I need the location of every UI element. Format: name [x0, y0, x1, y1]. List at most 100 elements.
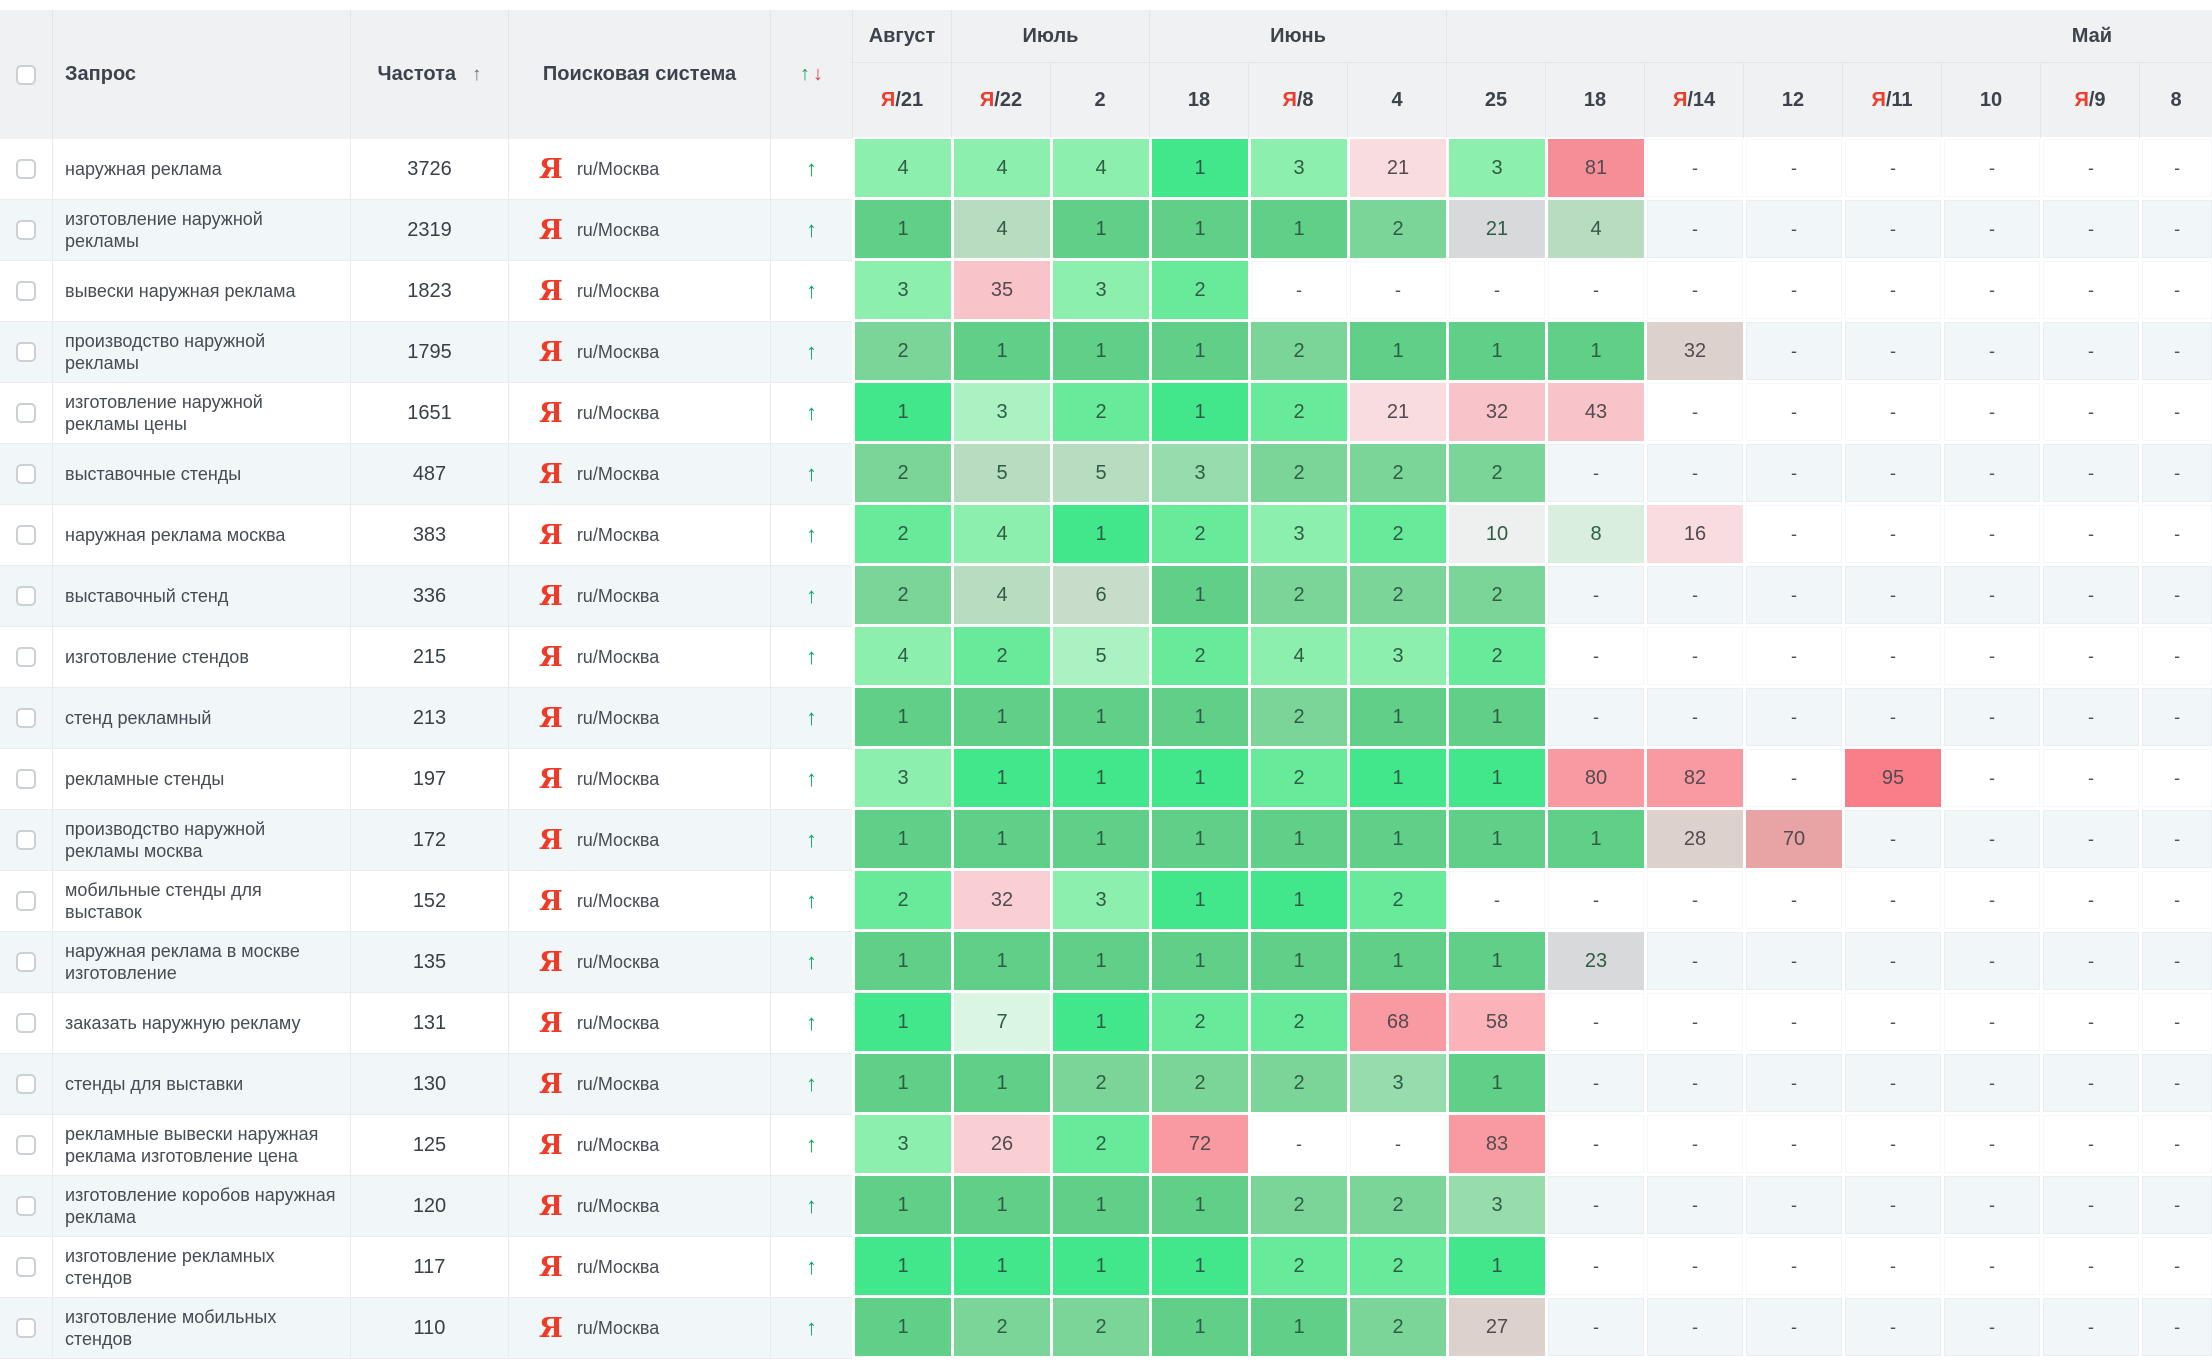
row-checkbox[interactable]: [16, 220, 36, 240]
keyword-query[interactable]: наружная реклама в москве изготовление: [52, 932, 350, 993]
row-checkbox[interactable]: [16, 342, 36, 362]
position-cell: -: [1644, 688, 1743, 749]
column-header-query[interactable]: Запрос: [52, 10, 350, 139]
trend-indicator: ↑: [770, 383, 852, 444]
position-cell: -: [1545, 1298, 1644, 1359]
keyword-query[interactable]: выставочный стенд: [52, 566, 350, 627]
engine-region-label: ru/Москва: [577, 1318, 659, 1338]
position-cell: -: [2040, 1054, 2139, 1115]
select-all-checkbox[interactable]: [16, 65, 36, 85]
row-checkbox[interactable]: [16, 464, 36, 484]
date-column-header: Я/21: [852, 62, 951, 139]
row-checkbox[interactable]: [16, 1257, 36, 1277]
keyword-query[interactable]: вывески наружная реклама: [52, 261, 350, 322]
position-cell: 72: [1149, 1115, 1248, 1176]
keyword-query[interactable]: рекламные вывески наружная реклама изгот…: [52, 1115, 350, 1176]
position-cell: -: [1644, 627, 1743, 688]
position-cell: 28: [1644, 810, 1743, 871]
row-checkbox[interactable]: [16, 830, 36, 850]
position-cell: 3: [1446, 139, 1545, 200]
position-cell: -: [1743, 322, 1842, 383]
position-cell: 21: [1347, 139, 1446, 200]
row-checkbox[interactable]: [16, 1318, 36, 1338]
position-cell: 2: [1149, 993, 1248, 1054]
engine-region-label: ru/Москва: [577, 1257, 659, 1277]
row-checkbox[interactable]: [16, 586, 36, 606]
keyword-query[interactable]: выставочные стенды: [52, 444, 350, 505]
position-cell: -: [2139, 383, 2212, 444]
position-cell: -: [1941, 627, 2040, 688]
position-cell: 1: [852, 200, 951, 261]
row-checkbox-cell: [0, 1054, 52, 1115]
top-strip: [0, 0, 2212, 10]
keyword-frequency: 487: [350, 444, 508, 505]
position-cell: -: [1644, 1298, 1743, 1359]
keyword-query[interactable]: производство наружной рекламы москва: [52, 810, 350, 871]
row-checkbox[interactable]: [16, 708, 36, 728]
column-header-engine[interactable]: Поисковая система: [508, 10, 770, 139]
position-cell: -: [1545, 993, 1644, 1054]
keyword-rows: наружная реклама3726Яru/Москва↑444132138…: [0, 139, 2212, 1359]
keyword-query[interactable]: наружная реклама москва: [52, 505, 350, 566]
keyword-query[interactable]: рекламные стенды: [52, 749, 350, 810]
position-cell: 8: [1545, 505, 1644, 566]
position-cell: -: [2040, 993, 2139, 1054]
keyword-query[interactable]: изготовление наружной рекламы: [52, 200, 350, 261]
row-checkbox[interactable]: [16, 647, 36, 667]
column-header-trend[interactable]: ↑↓: [770, 10, 852, 139]
position-cell: -: [1842, 871, 1941, 932]
keyword-row: производство наружной рекламы1795Яru/Мос…: [0, 322, 2212, 383]
position-cell: -: [1743, 749, 1842, 810]
position-cell: -: [1743, 1054, 1842, 1115]
position-cell: 1: [1050, 1176, 1149, 1237]
engine-region-label: ru/Москва: [577, 1196, 659, 1216]
position-cell: -: [1941, 322, 2040, 383]
row-checkbox[interactable]: [16, 952, 36, 972]
position-cell: 2: [1050, 1115, 1149, 1176]
keyword-query[interactable]: заказать наружную рекламу: [52, 993, 350, 1054]
row-checkbox[interactable]: [16, 891, 36, 911]
column-header-frequency[interactable]: Частота↑: [350, 10, 508, 139]
keyword-frequency: 383: [350, 505, 508, 566]
position-cell: -: [1842, 566, 1941, 627]
position-cell: 2: [1050, 383, 1149, 444]
keyword-query[interactable]: стенды для выставки: [52, 1054, 350, 1115]
position-cell: 1: [1446, 932, 1545, 993]
engine-region-label: ru/Москва: [577, 1013, 659, 1033]
keyword-query[interactable]: мобильные стенды для выставок: [52, 871, 350, 932]
keyword-query[interactable]: изготовление стендов: [52, 627, 350, 688]
row-checkbox[interactable]: [16, 1013, 36, 1033]
position-cell: 2: [1248, 444, 1347, 505]
row-checkbox[interactable]: [16, 1135, 36, 1155]
position-cell: 1: [1248, 200, 1347, 261]
position-cell: 2: [1347, 505, 1446, 566]
row-checkbox[interactable]: [16, 281, 36, 301]
keyword-query[interactable]: изготовление рекламных стендов: [52, 1237, 350, 1298]
keyword-query[interactable]: изготовление коробов наружная реклама: [52, 1176, 350, 1237]
keyword-query[interactable]: изготовление наружной рекламы цены: [52, 383, 350, 444]
keyword-query[interactable]: изготовление мобильных стендов: [52, 1298, 350, 1359]
position-cell: -: [1842, 444, 1941, 505]
keyword-query[interactable]: стенд рекламный: [52, 688, 350, 749]
row-checkbox[interactable]: [16, 1196, 36, 1216]
position-cell: 1: [1149, 200, 1248, 261]
row-checkbox[interactable]: [16, 1074, 36, 1094]
row-checkbox[interactable]: [16, 403, 36, 423]
keyword-query[interactable]: наружная реклама: [52, 139, 350, 200]
position-cell: 4: [852, 139, 951, 200]
position-cell: 1: [951, 1237, 1050, 1298]
position-cell: -: [2040, 688, 2139, 749]
yandex-icon: Я: [539, 642, 563, 673]
position-cell: 1: [951, 688, 1050, 749]
position-cell: -: [2139, 139, 2212, 200]
keyword-frequency: 152: [350, 871, 508, 932]
row-checkbox[interactable]: [16, 769, 36, 789]
row-checkbox[interactable]: [16, 159, 36, 179]
engine-region-label: ru/Москва: [577, 708, 659, 728]
position-cell: 2: [951, 1298, 1050, 1359]
date-column-header: 8: [2139, 62, 2212, 139]
keyword-query[interactable]: производство наружной рекламы: [52, 322, 350, 383]
row-checkbox-cell: [0, 810, 52, 871]
engine-region-label: ru/Москва: [577, 586, 659, 606]
row-checkbox[interactable]: [16, 525, 36, 545]
